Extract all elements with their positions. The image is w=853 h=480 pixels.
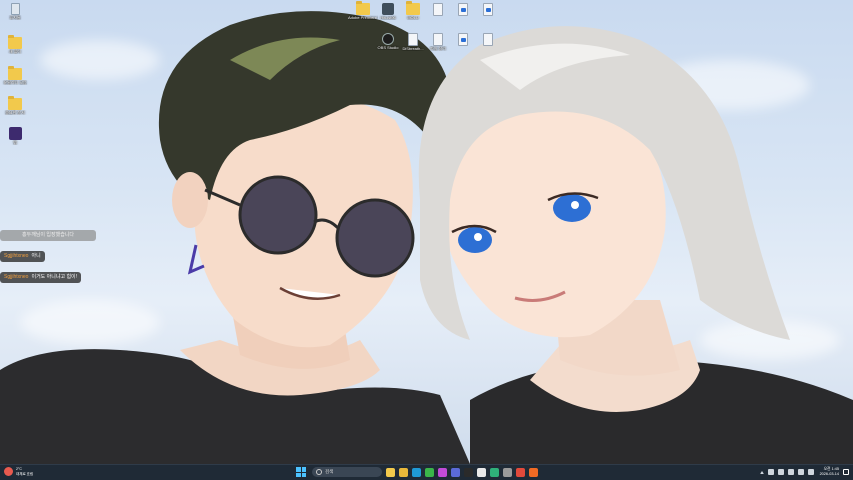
- volume-icon[interactable]: [797, 469, 804, 475]
- desktop-icon-recycle-bin[interactable]: 휴지통: [0, 3, 30, 20]
- app-icon[interactable]: [503, 467, 512, 477]
- desktop-icon-label: 앱: [13, 140, 17, 145]
- notification-icon[interactable]: [843, 469, 849, 475]
- wallpaper-illustration: [0, 11, 853, 464]
- chat-text: 이거도 아니냐고 힘이!: [31, 274, 78, 280]
- desktop-icon-document[interactable]: [473, 33, 503, 46]
- battery-icon[interactable]: [807, 469, 814, 475]
- taskbar-apps: 검색: [296, 467, 538, 477]
- app-icon: [382, 3, 394, 15]
- chat-text: 아니: [31, 253, 41, 259]
- app-icon[interactable]: [451, 467, 460, 477]
- desktop-icon-document[interactable]: [473, 3, 503, 16]
- search-box[interactable]: 검색: [312, 467, 382, 477]
- system-tray: 오전 1:45 2026-03-14: [756, 467, 849, 477]
- folder-icon: [356, 1, 370, 15]
- desktop-icon-label: 중요한 문서: [5, 110, 25, 115]
- document-icon: [458, 3, 468, 16]
- folder-icon: [8, 35, 22, 49]
- folder-icon[interactable]: [399, 467, 408, 477]
- app-tray-icon[interactable]: [767, 469, 774, 475]
- obs-icon: [382, 33, 394, 45]
- desktop-icon-app[interactable]: 앱: [0, 127, 30, 145]
- app-icon[interactable]: [438, 467, 447, 477]
- weather-icon: [4, 467, 13, 476]
- clock[interactable]: 오전 1:45 2026-03-14: [820, 467, 839, 477]
- chevron-up-icon[interactable]: [759, 470, 764, 474]
- document-icon: [433, 33, 443, 46]
- folder-icon: [8, 66, 22, 80]
- document-icon: [483, 33, 493, 46]
- clock-date: 2026-03-14: [819, 472, 839, 476]
- app-icon: [8, 127, 22, 140]
- chat-username: Sgjjihtxneo: [4, 274, 29, 280]
- desktop-icon-folder[interactable]: 유틸리티 모음: [0, 66, 30, 85]
- terminal-icon[interactable]: [464, 467, 473, 477]
- app-icon[interactable]: [477, 467, 486, 477]
- chat-message: Sgjjihtxneo 이거도 아니냐고 힘이!: [0, 272, 82, 283]
- chat-overlay: 홍두깨님이 입장했습니다 Sgjjihtxneo 아니 Sgjjihtxneo 이거…: [0, 223, 96, 286]
- taskbar: 2°C 대체로 흐림 검색 오전 1:45 2026-03-14: [0, 464, 853, 480]
- pinned-apps: [382, 467, 538, 477]
- desktop-icon-folder[interactable]: 새 폴더: [0, 35, 30, 54]
- weather-widget[interactable]: 2°C 대체로 흐림: [4, 467, 33, 476]
- weather-condition: 대체로 흐림: [16, 471, 34, 476]
- document-icon: [408, 33, 418, 46]
- start-button[interactable]: [296, 467, 306, 477]
- search-placeholder: 검색: [325, 469, 334, 474]
- display-icon[interactable]: [777, 469, 784, 475]
- chrome-icon[interactable]: [425, 467, 434, 477]
- recycle-bin-icon: [10, 3, 20, 15]
- weather-text-block: 2°C 대체로 흐림: [16, 467, 33, 476]
- desktop-icon-label: 휴지통: [9, 15, 21, 20]
- edge-icon[interactable]: [412, 467, 421, 477]
- app-icon[interactable]: [490, 467, 499, 477]
- desktop-icon-label: 유틸리티 모음: [3, 80, 27, 85]
- folder-icon: [406, 1, 420, 15]
- desktop-icon-label: 새 폴더: [8, 49, 22, 54]
- chat-message: Sgjjihtxneo 아니: [0, 251, 45, 262]
- document-icon: [458, 33, 468, 46]
- chat-notice: 홍두깨님이 입장했습니다: [0, 230, 96, 241]
- desktop-icon-folder[interactable]: 중요한 문서: [0, 96, 30, 115]
- app-icon[interactable]: [529, 467, 538, 477]
- app-icon[interactable]: [516, 467, 525, 477]
- desktop: 휴지통 새 폴더 유틸리티 모음 중요한 문서 앱 Adobe Premiere…: [0, 0, 853, 464]
- file-explorer-icon[interactable]: [386, 467, 395, 477]
- document-icon: [483, 3, 493, 16]
- document-icon: [433, 3, 443, 16]
- search-icon: [316, 469, 322, 475]
- wifi-icon[interactable]: [787, 469, 794, 475]
- folder-icon: [8, 96, 22, 110]
- desktop-icon-label: 파일 정리: [430, 46, 446, 51]
- chat-username: Sgjjihtxneo: [4, 253, 29, 259]
